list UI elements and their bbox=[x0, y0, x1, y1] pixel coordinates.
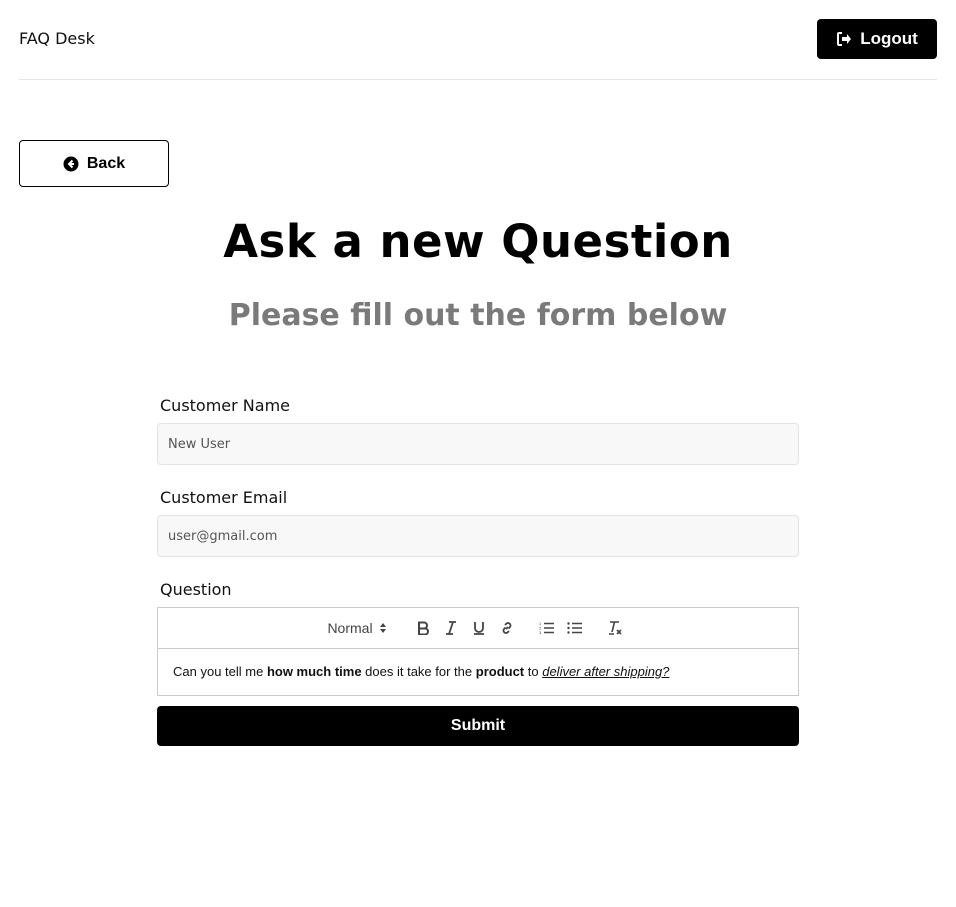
top-header: FAQ Desk Logout bbox=[19, 0, 937, 80]
svg-text:3: 3 bbox=[539, 630, 542, 635]
logout-icon bbox=[837, 32, 852, 46]
page-subtitle: Please fill out the form below bbox=[228, 298, 728, 333]
question-label: Question bbox=[160, 580, 232, 599]
logout-button[interactable]: Logout bbox=[817, 19, 937, 59]
logout-label: Logout bbox=[860, 29, 918, 48]
customer-name-label: Customer Name bbox=[160, 396, 291, 415]
bullet-list-icon[interactable] bbox=[561, 616, 589, 640]
submit-button[interactable]: Submit bbox=[157, 706, 799, 746]
bold-icon[interactable] bbox=[409, 616, 437, 640]
clear-format-icon[interactable] bbox=[601, 616, 629, 640]
editor-toolbar: Normal 123 bbox=[158, 608, 798, 649]
underline-icon[interactable] bbox=[465, 616, 493, 640]
back-button[interactable]: Back bbox=[19, 140, 169, 187]
content-text-3: to bbox=[524, 664, 543, 679]
content-italic-underline: deliver after shipping? bbox=[542, 664, 670, 679]
brand-name[interactable]: FAQ Desk bbox=[19, 29, 95, 49]
customer-name-input[interactable] bbox=[157, 423, 799, 465]
link-icon[interactable] bbox=[493, 616, 521, 640]
format-select[interactable]: Normal bbox=[327, 616, 386, 640]
editor-content[interactable]: Can you tell me how much time does it ta… bbox=[158, 649, 798, 695]
customer-email-input[interactable] bbox=[157, 515, 799, 557]
question-editor: Normal 123 Can you tell me how much time… bbox=[157, 607, 799, 696]
content-bold-1: how much time bbox=[266, 664, 362, 679]
ordered-list-icon[interactable]: 123 bbox=[533, 616, 561, 640]
page-title: Ask a new Question bbox=[223, 215, 733, 268]
arrow-circle-left-icon bbox=[63, 156, 79, 171]
updown-arrows-icon bbox=[379, 623, 386, 633]
format-select-value: Normal bbox=[327, 620, 373, 636]
content-text-1: Can you tell me bbox=[173, 664, 267, 679]
back-label: Back bbox=[86, 154, 126, 172]
italic-icon[interactable] bbox=[437, 616, 465, 640]
content-text-2: does it take for the bbox=[361, 664, 476, 679]
customer-email-label: Customer Email bbox=[160, 488, 288, 507]
content-bold-2: product bbox=[475, 664, 525, 679]
